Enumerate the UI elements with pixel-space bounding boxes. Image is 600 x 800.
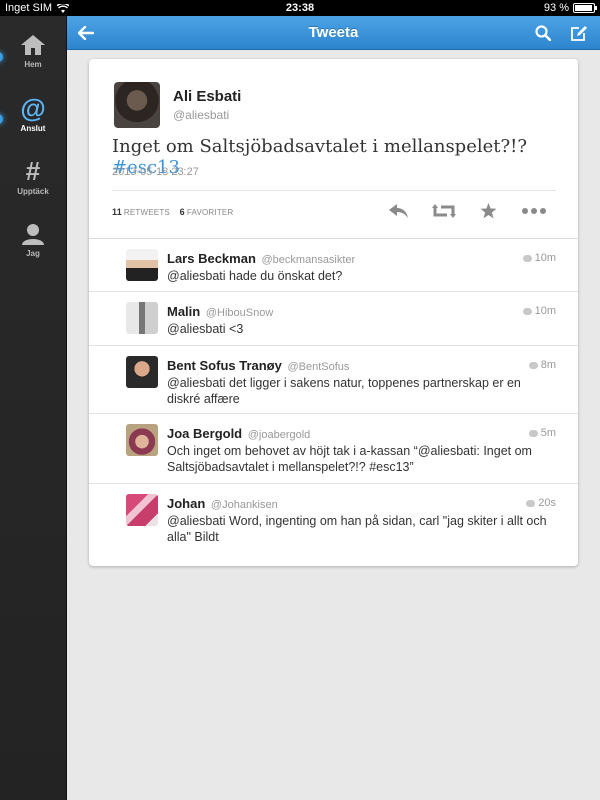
more-button[interactable]: [511, 199, 556, 223]
sidebar-item-discover[interactable]: # Upptäck: [0, 156, 66, 196]
tweet-detail-card: Ali Esbati @aliesbati Inget om Saltsjöba…: [89, 59, 578, 566]
reply-item[interactable]: Bent Sofus Tranøy @BentSofus 8m @aliesba…: [89, 346, 578, 414]
reply-bubble-icon: [522, 254, 532, 262]
reply-author-name[interactable]: Joa Bergold: [167, 426, 242, 441]
reply-time: 5m: [528, 427, 556, 439]
main-panel: Tweeta Ali Esbati @aliesbati Inget om Sa…: [66, 16, 600, 800]
reply-text: @aliesbati Word, ingenting om han på sid…: [167, 514, 547, 544]
divider: [112, 190, 556, 191]
tweet-stats: 11 RETWEETS 6 FAVORITER: [112, 207, 233, 217]
home-icon: [21, 35, 45, 55]
retweet-button[interactable]: [421, 199, 466, 223]
avatar[interactable]: [126, 302, 158, 334]
sidebar: Hem @ Anslut # Upptäck Jag: [0, 16, 66, 800]
status-bar: Inget SIM 23:38 93 %: [0, 0, 600, 16]
reply-time: 8m: [528, 359, 556, 371]
reply-author-name[interactable]: Bent Sofus Tranøy: [167, 358, 282, 373]
reply-author-name[interactable]: Malin: [167, 304, 200, 319]
favorites-stat[interactable]: 6 FAVORITER: [180, 207, 234, 217]
reply-time: 10m: [522, 252, 556, 264]
avatar[interactable]: [126, 249, 158, 281]
retweet-icon: [431, 204, 456, 218]
favorite-button[interactable]: [466, 199, 511, 223]
hash-icon: #: [25, 156, 41, 186]
reply-item[interactable]: Lars Beckman @beckmansasikter 10m @alies…: [89, 239, 578, 292]
author-handle[interactable]: @aliesbati: [173, 108, 229, 122]
sidebar-item-home[interactable]: Hem: [0, 34, 66, 69]
reply-author-handle[interactable]: @joabergold: [248, 429, 311, 441]
reply-time: 20s: [526, 497, 556, 509]
at-icon: @: [20, 93, 46, 123]
avatar[interactable]: [126, 356, 158, 388]
reply-item[interactable]: Johan @Johankisen 20s @aliesbati Word, i…: [89, 484, 578, 546]
author-name[interactable]: Ali Esbati: [173, 88, 241, 105]
reply-author-handle[interactable]: @HibouSnow: [206, 307, 273, 319]
reply-bubble-icon: [528, 361, 538, 369]
back-button[interactable]: [69, 16, 103, 50]
reply-author-name[interactable]: Lars Beckman: [167, 251, 256, 266]
person-icon: [22, 224, 44, 245]
reply-button[interactable]: [376, 199, 421, 223]
battery-icon: [573, 3, 597, 13]
main-tweet: Ali Esbati @aliesbati Inget om Saltsjöba…: [89, 59, 578, 239]
reply-bubble-icon: [528, 429, 538, 437]
avatar[interactable]: [126, 494, 158, 526]
sidebar-item-label: Hem: [24, 60, 42, 69]
sidebar-item-label: Jag: [26, 249, 40, 258]
reply-icon: [388, 204, 408, 218]
sidebar-item-label: Anslut: [20, 124, 46, 133]
reply-author-handle[interactable]: @Johankisen: [211, 499, 278, 511]
reply-text: @aliesbati hade du önskat det?: [167, 269, 343, 283]
carrier-label: Inget SIM: [5, 2, 53, 14]
sidebar-item-connect[interactable]: @ Anslut: [0, 93, 66, 133]
compose-button[interactable]: [562, 16, 596, 50]
reply-item[interactable]: Joa Bergold @joabergold 5m Och inget om …: [89, 414, 578, 484]
compose-icon: [571, 25, 587, 41]
reply-author-name[interactable]: Johan: [167, 496, 205, 511]
reply-text: @aliesbati det ligger i sakens natur, to…: [167, 376, 521, 406]
reply-text: @aliesbati <3: [167, 322, 244, 336]
tweet-timestamp: 2013-05-18 23:27: [112, 166, 199, 178]
reply-item[interactable]: Malin @HibouSnow 10m @aliesbati <3: [89, 292, 578, 346]
search-icon: [535, 25, 551, 41]
favorite-icon: [480, 203, 497, 219]
page-title: Tweeta: [308, 24, 359, 41]
search-button[interactable]: [526, 16, 560, 50]
avatar[interactable]: [114, 82, 160, 128]
more-icon: [521, 208, 546, 214]
tweet-body: Inget om Saltsjöbadsavtalet i mellanspel…: [112, 136, 528, 157]
battery-label: 93 %: [543, 2, 569, 14]
back-arrow-icon: [78, 26, 94, 40]
reply-bubble-icon: [526, 499, 536, 507]
reply-author-handle[interactable]: @beckmansasikter: [262, 254, 356, 266]
navbar: Tweeta: [67, 16, 600, 50]
retweets-stat[interactable]: 11 RETWEETS: [112, 207, 170, 217]
avatar[interactable]: [126, 424, 158, 456]
sidebar-item-label: Upptäck: [17, 187, 49, 196]
reply-text: Och inget om behovet av höjt tak i a-kas…: [167, 444, 532, 474]
reply-bubble-icon: [522, 307, 532, 315]
tweet-actions: [376, 199, 556, 223]
wifi-icon: [57, 3, 70, 13]
sidebar-item-me[interactable]: Jag: [0, 223, 66, 258]
reply-time: 10m: [522, 305, 556, 317]
reply-author-handle[interactable]: @BentSofus: [287, 361, 349, 373]
